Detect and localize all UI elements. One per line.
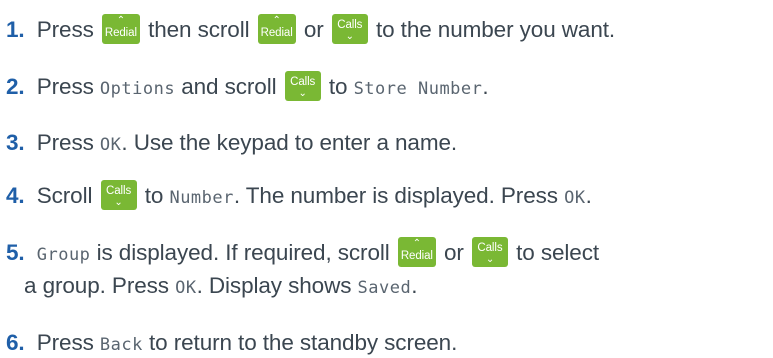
chevron-down-icon: ⌄ (298, 88, 307, 100)
step-text: Press (36, 74, 94, 99)
display-text: Back (99, 335, 143, 355)
chevron-up-icon: ⌃ (272, 15, 281, 27)
step-number: 6 (6, 330, 19, 355)
chevron-up-icon: ⌃ (116, 15, 126, 27)
chevron-down-icon: ⌄ (114, 197, 123, 209)
step-text: Scroll (36, 183, 93, 208)
step-text: and scroll (181, 74, 277, 99)
step-text: to return to the standby screen. (149, 330, 458, 355)
redial-key: ⌃ Redial (257, 14, 296, 45)
calls-key: Calls ⌄ (331, 14, 368, 45)
redial-key: ⌃ Redial (397, 237, 436, 268)
step-text: to the number you want. (375, 17, 616, 42)
step-6: 6. Press Back to return to the standby s… (6, 330, 458, 355)
step-text: is displayed. If required, scroll (96, 240, 390, 265)
step-text: . (482, 74, 489, 99)
step-3: 3. Press OK. Use the keypad to enter a n… (6, 130, 458, 155)
step-text: a group. Press (24, 273, 169, 298)
chevron-up-icon: ⌃ (412, 238, 421, 250)
display-text: OK (99, 135, 122, 155)
display-text: OK (175, 278, 197, 298)
calls-key: Calls ⌄ (284, 71, 321, 102)
display-text: Number (169, 188, 234, 208)
step-number: 1 (6, 17, 19, 42)
display-text: Store Number (353, 79, 483, 99)
step-text: Press (36, 130, 94, 155)
calls-key: Calls ⌄ (100, 180, 137, 211)
step-text: Press (36, 17, 94, 42)
redial-key: ⌃ Redial (101, 14, 140, 45)
calls-key: Calls ⌄ (471, 237, 508, 268)
step-text: to (144, 183, 164, 208)
step-5: 5. Group is displayed. If required, scro… (6, 237, 600, 268)
display-text: Saved (357, 278, 412, 298)
step-4: 4. Scroll Calls ⌄ to Number. The number i… (6, 180, 592, 211)
step-number: 2 (6, 74, 19, 99)
step-text: or (303, 17, 324, 42)
step-text: . (411, 273, 418, 298)
step-2: 2. Press Options and scroll Calls ⌄ to St… (6, 71, 489, 102)
step-text: or (443, 240, 464, 265)
step-text: to select (516, 240, 600, 265)
step-5-continued: a group. Press OK. Display shows Saved. (24, 273, 417, 301)
display-text: Options (99, 79, 176, 99)
step-number: 4 (6, 183, 19, 208)
chevron-down-icon: ⌄ (345, 31, 354, 43)
step-text: to (328, 74, 348, 99)
step-number: 3 (6, 130, 19, 155)
step-1: 1. Press ⌃ Redial then scroll ⌃ Redial or … (6, 14, 616, 45)
step-text: . Display shows (196, 273, 352, 298)
step-text: . (585, 183, 592, 208)
step-text: . Use the keypad to enter a name. (121, 130, 458, 155)
step-text: . The number is displayed. Press (233, 183, 558, 208)
display-text: OK (564, 188, 586, 208)
step-text: then scroll (148, 17, 250, 42)
chevron-down-icon: ⌄ (485, 254, 495, 266)
step-number: 5 (6, 240, 19, 265)
display-text: Group (36, 245, 91, 265)
step-text: Press (36, 330, 94, 355)
